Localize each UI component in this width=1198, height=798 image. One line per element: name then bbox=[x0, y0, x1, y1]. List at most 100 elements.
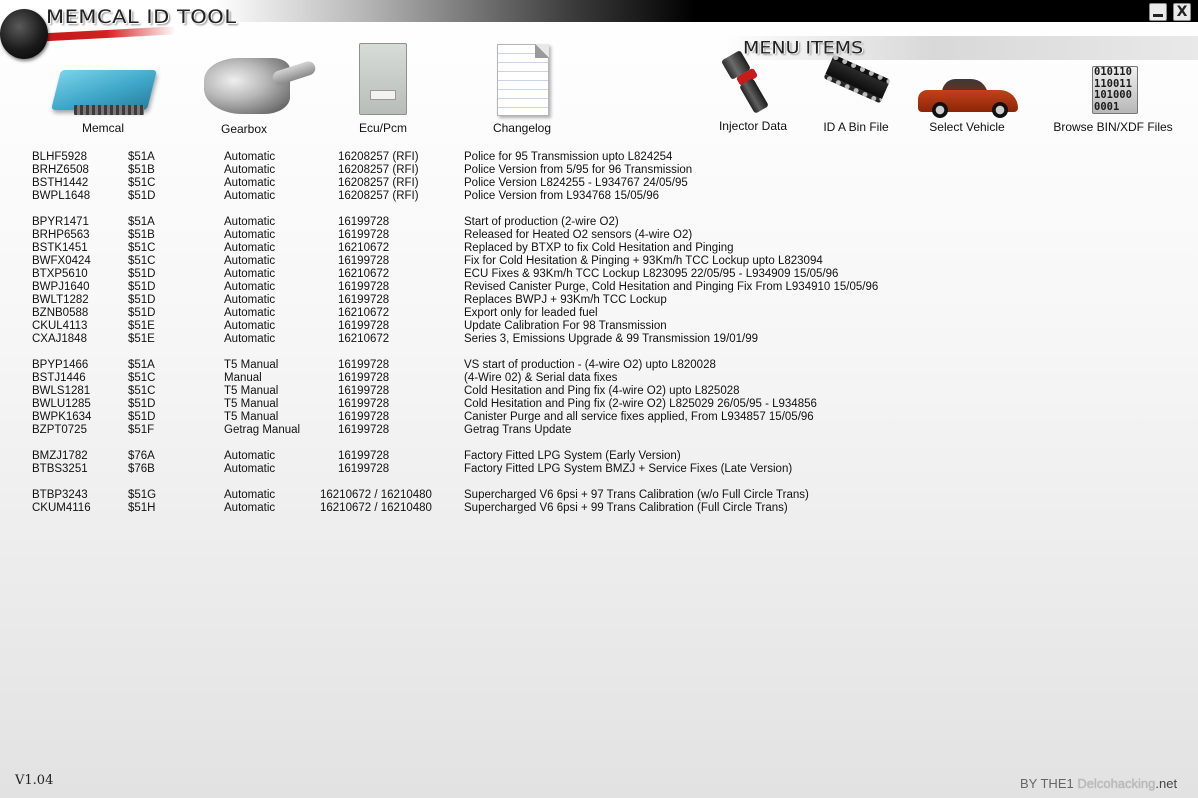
credit-site[interactable]: Delcohacking bbox=[1077, 776, 1155, 791]
table-row: BTBP3243 $51G Automatic 16210672 / 16210480… bbox=[0, 489, 1198, 502]
minimize-icon bbox=[1153, 13, 1163, 17]
table-row: BWLS1281 $51C T5 Manual 16199728 Cold Hesita… bbox=[0, 385, 1198, 398]
memcal-id-cell: BWPK1634 bbox=[32, 411, 92, 423]
table-row: BZPT0725 $51F Getrag Manual 16199728 Getrag … bbox=[0, 424, 1198, 437]
memcal-id-cell: BWPL1648 bbox=[32, 190, 91, 202]
memcal-id-cell: BPYR1471 bbox=[32, 216, 89, 228]
table-row: BZNB0588 $51D Automatic 16210672 Export only… bbox=[0, 307, 1198, 320]
part-number-cell: 16199728 bbox=[338, 281, 390, 293]
memcal-id-cell: BZNB0588 bbox=[32, 307, 89, 319]
mask-code-cell: $51D bbox=[128, 281, 156, 293]
description-cell: ECU Fixes & 93Km/h TCC Lockup L823095 22… bbox=[464, 268, 839, 280]
transmission-cell: Automatic bbox=[224, 177, 276, 189]
table-row: BMZJ1782 $76A Automatic 16199728 Factory Fit… bbox=[0, 450, 1198, 463]
transmission-cell: Automatic bbox=[224, 294, 276, 306]
transmission-cell: Automatic bbox=[224, 164, 276, 176]
memcal-id-cell: BZPT0725 bbox=[32, 424, 87, 436]
part-number-cell: 16208257 (RFI) bbox=[338, 164, 419, 176]
description-cell: Cold Hesitation and Ping fix (2-wire O2)… bbox=[464, 398, 817, 410]
transmission-cell: Automatic bbox=[224, 489, 276, 501]
close-button[interactable]: X bbox=[1173, 3, 1191, 21]
minimize-button[interactable] bbox=[1149, 3, 1167, 21]
part-number-cell: 16210672 / 16210480 bbox=[320, 502, 432, 514]
transmission-cell: Automatic bbox=[224, 320, 276, 332]
description-cell: Replaces BWPJ + 93Km/h TCC Lockup bbox=[464, 294, 667, 306]
part-number-cell: 16199728 bbox=[338, 424, 390, 436]
credit-text: BY THE1 Delcohacking.net bbox=[1020, 776, 1177, 791]
table-row: CKUL4113 $51E Automatic 16199728 Update Cali… bbox=[0, 320, 1198, 333]
memcal-id-cell: BWPJ1640 bbox=[32, 281, 90, 293]
description-cell: Police Version from L934768 15/05/96 bbox=[464, 190, 659, 202]
mask-code-cell: $51C bbox=[128, 177, 156, 189]
ecu-label-tag bbox=[370, 90, 396, 100]
mask-code-cell: $51B bbox=[128, 229, 155, 241]
transmission-cell: T5 Manual bbox=[224, 398, 279, 410]
table-row: BWFX0424 $51C Automatic 16199728 Fix for Col… bbox=[0, 255, 1198, 268]
ecu-icon bbox=[359, 43, 407, 115]
memcal-id-cell: CKUM4116 bbox=[32, 502, 91, 514]
memcal-id-cell: BRHZ6508 bbox=[32, 164, 89, 176]
mask-code-cell: $51C bbox=[128, 255, 156, 267]
description-cell: Getrag Trans Update bbox=[464, 424, 572, 436]
mask-code-cell: $51G bbox=[128, 489, 157, 501]
transmission-cell: Automatic bbox=[224, 151, 276, 163]
transmission-cell: Automatic bbox=[224, 281, 276, 293]
description-cell: Replaced by BTXP to fix Cold Hesitation … bbox=[464, 242, 734, 254]
description-cell: Police for 95 Transmission upto L824254 bbox=[464, 151, 673, 163]
memcal-id-cell: BTBP3243 bbox=[32, 489, 88, 501]
table-row: BWPJ1640 $51D Automatic 16199728 Revised Can… bbox=[0, 281, 1198, 294]
table-row: BLHF5928 $51A Automatic 16208257 (RFI) Polic… bbox=[0, 151, 1198, 164]
table-row: BSTK1451 $51C Automatic 16210672 Replaced by… bbox=[0, 242, 1198, 255]
description-cell: Cold Hesitation and Ping fix (4-wire O2)… bbox=[464, 385, 740, 397]
mask-code-cell: $51D bbox=[128, 268, 156, 280]
mask-code-cell: $76B bbox=[128, 463, 155, 475]
transmission-cell: Manual bbox=[224, 372, 262, 384]
transmission-cell: Automatic bbox=[224, 450, 276, 462]
memcal-id-cell: BSTH1442 bbox=[32, 177, 89, 189]
car-wheel-rear bbox=[992, 102, 1008, 118]
memcal-id-cell: BWLS1281 bbox=[32, 385, 91, 397]
mask-code-cell: $51E bbox=[128, 320, 155, 332]
transmission-cell: Automatic bbox=[224, 242, 276, 254]
description-cell: Factory Fitted LPG System BMZJ + Service… bbox=[464, 463, 793, 475]
transmission-cell: Automatic bbox=[224, 190, 276, 202]
mask-code-cell: $51C bbox=[128, 242, 156, 254]
description-cell: VS start of production - (4-wire O2) upt… bbox=[464, 359, 716, 371]
transmission-cell: Automatic bbox=[224, 307, 276, 319]
memcal-id-cell: BSTJ1446 bbox=[32, 372, 86, 384]
credit-tld: .net bbox=[1155, 776, 1178, 791]
part-number-cell: 16199728 bbox=[338, 385, 390, 397]
transmission-cell: T5 Manual bbox=[224, 411, 279, 423]
mask-code-cell: $51A bbox=[128, 216, 155, 228]
part-number-cell: 16199728 bbox=[338, 294, 390, 306]
part-number-cell: 16208257 (RFI) bbox=[338, 151, 419, 163]
memcal-id-cell: BTBS3251 bbox=[32, 463, 88, 475]
select-vehicle-label: Select Vehicle bbox=[929, 120, 1005, 134]
part-number-cell: 16199728 bbox=[338, 463, 390, 475]
description-cell: Released for Heated O2 sensors (4-wire O… bbox=[464, 229, 693, 241]
description-cell: Police Version from 5/95 for 96 Transmis… bbox=[464, 164, 693, 176]
mask-code-cell: $51H bbox=[128, 502, 156, 514]
credit-author: BY THE1 bbox=[1020, 776, 1074, 791]
version-label: V1.04 bbox=[15, 773, 54, 788]
transmission-cell: Automatic bbox=[224, 502, 276, 514]
memcal-id-cell: BTXP5610 bbox=[32, 268, 88, 280]
mask-code-cell: $51D bbox=[128, 398, 156, 410]
car-wheel-front bbox=[932, 102, 948, 118]
table-row: BRHZ6508 $51B Automatic 16208257 (RFI) Polic… bbox=[0, 164, 1198, 177]
part-number-cell: 16210672 bbox=[338, 268, 390, 280]
description-cell: Fix for Cold Hesitation & Pinging + 93Km… bbox=[464, 255, 823, 267]
memcal-pins bbox=[74, 105, 144, 115]
transmission-cell: Automatic bbox=[224, 333, 276, 345]
table-row: BWLT1282 $51D Automatic 16199728 Replaces BW… bbox=[0, 294, 1198, 307]
table-row: CXAJ1848 $51E Automatic 16210672 Series 3, E… bbox=[0, 333, 1198, 346]
description-cell: Start of production (2-wire O2) bbox=[464, 216, 619, 228]
transmission-cell: Getrag Manual bbox=[224, 424, 301, 436]
mask-code-cell: $51A bbox=[128, 359, 155, 371]
description-cell: (4-Wire 02) & Serial data fixes bbox=[464, 372, 618, 384]
binary-digits: 010110 110011 101000 0001 bbox=[1094, 66, 1132, 113]
description-cell: Supercharged V6 6psi + 99 Trans Calibrat… bbox=[464, 502, 788, 514]
chip-icon bbox=[823, 54, 891, 104]
part-number-cell: 16210672 bbox=[338, 242, 390, 254]
table-row: BSTH1442 $51C Automatic 16208257 (RFI) Polic… bbox=[0, 177, 1198, 190]
